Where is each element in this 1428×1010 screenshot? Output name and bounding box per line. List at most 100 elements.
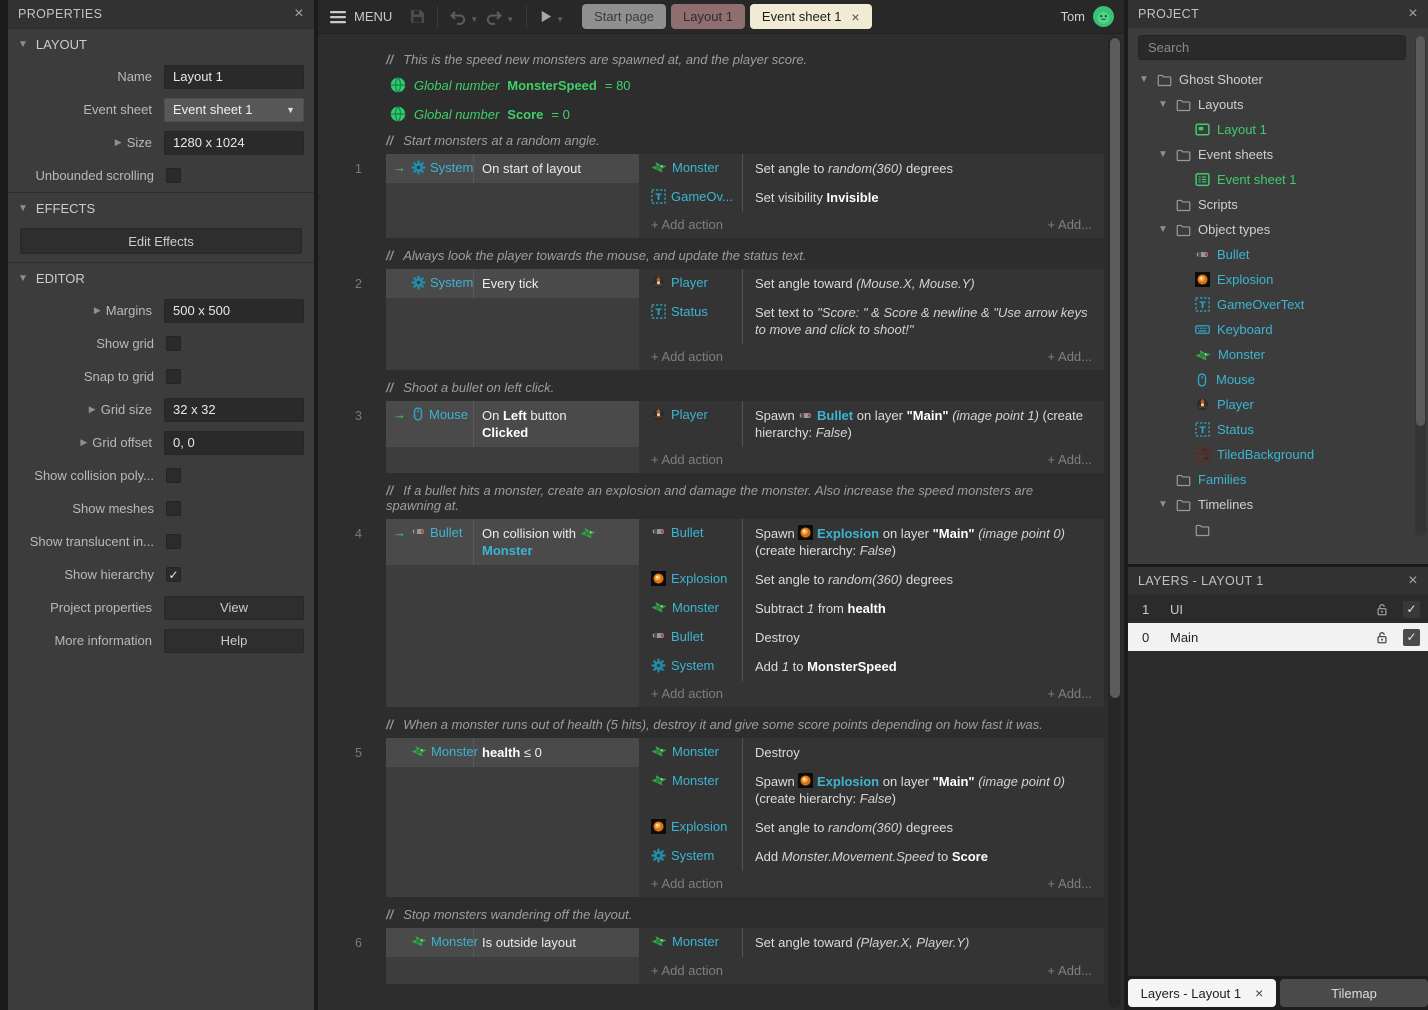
menu-button[interactable]: MENU — [330, 9, 392, 24]
action-row[interactable]: PlayerSet angle toward (Mouse.X, Mouse.Y… — [639, 269, 1104, 298]
prop-size-input[interactable] — [164, 131, 304, 155]
tree-item-status[interactable]: TStatus — [1128, 417, 1428, 442]
event-comment[interactable]: //Stop monsters wandering off the layout… — [386, 907, 1104, 922]
redo-button[interactable] — [485, 9, 503, 25]
prop-show-grid-checkbox[interactable] — [166, 336, 181, 351]
close-icon[interactable]: × — [1255, 985, 1263, 1001]
prop-grid-offset-input[interactable] — [164, 431, 304, 455]
add-more-link[interactable]: + Add... — [1048, 452, 1092, 467]
event-block[interactable]: SystemEvery tickPlayerSet angle toward (… — [386, 269, 1104, 370]
global-variable-score[interactable]: Global number Score = 0 — [390, 103, 1104, 125]
condition-row[interactable]: SystemEvery tick — [386, 269, 639, 298]
condition-row[interactable]: →BulletOn collision with Monster — [386, 519, 639, 565]
expand-arrow-icon[interactable]: ▼ — [1157, 499, 1169, 510]
tab-layout-1[interactable]: Layout 1 — [671, 4, 745, 29]
expand-arrow-icon[interactable]: ▼ — [1157, 99, 1169, 110]
lock-icon[interactable] — [1375, 602, 1389, 617]
tree-item-keyboard[interactable]: Keyboard — [1128, 317, 1428, 342]
expand-arrow-icon[interactable]: ▼ — [1157, 149, 1169, 160]
view-button[interactable]: View — [164, 596, 304, 620]
global-variable-monsterspeed[interactable]: Global number MonsterSpeed = 80 — [390, 74, 1104, 96]
expander-icon[interactable]: ▶ — [80, 437, 87, 448]
panel-tab-tilemap[interactable]: Tilemap — [1280, 979, 1428, 1007]
panel-tab-layers-layout-1[interactable]: Layers - Layout 1× — [1128, 979, 1276, 1007]
event-comment[interactable]: //Always look the player towards the mou… — [386, 248, 1104, 263]
tree-item-explosion[interactable]: Explosion — [1128, 267, 1428, 292]
event-comment[interactable]: //When a monster runs out of health (5 h… — [386, 717, 1104, 732]
prop-show-collision-poly-checkbox[interactable] — [166, 468, 181, 483]
action-row[interactable]: SystemAdd 1 to MonsterSpeed — [639, 652, 1104, 681]
action-row[interactable]: SystemAdd Monster.Movement.Speed to Scor… — [639, 842, 1104, 871]
prop-show-hierarchy-checkbox[interactable]: ✓ — [166, 567, 181, 582]
expander-icon[interactable]: ▶ — [89, 404, 96, 415]
tree-item-mouse[interactable]: Mouse — [1128, 367, 1428, 392]
save-button[interactable] — [409, 8, 426, 25]
lock-icon[interactable] — [1375, 630, 1389, 645]
undo-dropdown-icon[interactable]: ▼ — [470, 15, 478, 24]
event-comment[interactable]: //This is the speed new monsters are spa… — [386, 52, 1104, 67]
layer-row-ui[interactable]: 1UI✓ — [1128, 595, 1428, 623]
event-sheet-view[interactable]: //This is the speed new monsters are spa… — [318, 34, 1124, 1010]
expander-icon[interactable]: ▶ — [94, 305, 101, 316]
event-comment[interactable]: //Shoot a bullet on left click. — [386, 380, 1104, 395]
action-row[interactable]: BulletDestroy — [639, 623, 1104, 652]
tree-item-event-sheet-1[interactable]: Event sheet 1 — [1128, 167, 1428, 192]
tree-item-families[interactable]: Families — [1128, 467, 1428, 492]
tree-item-layouts[interactable]: ▼Layouts — [1128, 92, 1428, 117]
prop-margins-input[interactable] — [164, 299, 304, 323]
add-action-link[interactable]: + Add action — [651, 349, 723, 364]
preview-dropdown-icon[interactable]: ▼ — [556, 15, 564, 24]
prop-unbounded-scrolling-checkbox[interactable] — [166, 168, 181, 183]
action-row[interactable]: MonsterSet angle toward (Player.X, Playe… — [639, 928, 1104, 957]
tree-item-timelines[interactable]: ▼Timelines — [1128, 492, 1428, 517]
add-more-link[interactable]: + Add... — [1048, 963, 1092, 978]
add-more-link[interactable]: + Add... — [1048, 349, 1092, 364]
event-block[interactable]: →MouseOn Left buttonClickedPlayerSpawn B… — [386, 401, 1104, 473]
condition-row[interactable]: →SystemOn start of layout — [386, 154, 639, 183]
add-action-link[interactable]: + Add action — [651, 217, 723, 232]
action-row[interactable]: ExplosionSet angle to random(360) degree… — [639, 813, 1104, 842]
layer-visible-checkbox[interactable]: ✓ — [1403, 629, 1420, 646]
add-action-link[interactable]: + Add action — [651, 876, 723, 891]
tree-item-object-types[interactable]: ▼Object types — [1128, 217, 1428, 242]
tree-item-layout-1[interactable]: Layout 1 — [1128, 117, 1428, 142]
tree-item-ghost-shooter[interactable]: ▼Ghost Shooter — [1128, 67, 1428, 92]
help-button[interactable]: Help — [164, 629, 304, 653]
action-row[interactable]: PlayerSpawn Bullet on layer "Main" (imag… — [639, 401, 1104, 447]
event-block[interactable]: →SystemOn start of layoutMonsterSet angl… — [386, 154, 1104, 238]
add-more-link[interactable]: + Add... — [1048, 876, 1092, 891]
prop-name-input[interactable] — [164, 65, 304, 89]
event-comment[interactable]: //Start monsters at a random angle. — [386, 133, 1104, 148]
tab-start-page[interactable]: Start page — [582, 4, 666, 29]
event-block[interactable]: →BulletOn collision with MonsterBulletSp… — [386, 519, 1104, 707]
prop-snap-to-grid-checkbox[interactable] — [166, 369, 181, 384]
layer-visible-checkbox[interactable]: ✓ — [1403, 601, 1420, 618]
close-icon[interactable]: × — [294, 6, 304, 22]
section-header-layout[interactable]: ▼LAYOUT — [8, 28, 314, 60]
tree-item-timelines-child[interactable] — [1128, 517, 1428, 542]
add-more-link[interactable]: + Add... — [1048, 217, 1092, 232]
action-row[interactable]: BulletSpawn Explosion on layer "Main" (i… — [639, 519, 1104, 565]
condition-row[interactable]: Monsterhealth ≤ 0 — [386, 738, 639, 767]
close-icon[interactable]: × — [851, 9, 859, 25]
tree-item-tiledbackground[interactable]: TiledBackground — [1128, 442, 1428, 467]
tree-item-player[interactable]: Player — [1128, 392, 1428, 417]
prop-event-sheet-select[interactable]: Event sheet 1▼ — [164, 98, 304, 122]
prop-show-translucent-in-checkbox[interactable] — [166, 534, 181, 549]
section-header-editor[interactable]: ▼EDITOR — [8, 262, 314, 294]
action-row[interactable]: ExplosionSet angle to random(360) degree… — [639, 565, 1104, 594]
close-icon[interactable]: × — [1408, 573, 1418, 589]
tree-item-gameovertext[interactable]: TGameOverText — [1128, 292, 1428, 317]
undo-button[interactable] — [449, 9, 467, 25]
layer-row-main[interactable]: 0Main✓ — [1128, 623, 1428, 651]
add-action-link[interactable]: + Add action — [651, 963, 723, 978]
project-scrollbar[interactable] — [1415, 36, 1426, 536]
tree-item-monster[interactable]: Monster — [1128, 342, 1428, 367]
tab-event-sheet-1[interactable]: Event sheet 1× — [750, 4, 872, 29]
action-row[interactable]: MonsterDestroy — [639, 738, 1104, 767]
event-block[interactable]: Monsterhealth ≤ 0MonsterDestroyMonsterSp… — [386, 738, 1104, 897]
condition-row[interactable]: MonsterIs outside layout — [386, 928, 639, 957]
expand-arrow-icon[interactable]: ▼ — [1138, 74, 1150, 85]
preview-play-button[interactable] — [538, 9, 553, 24]
event-sheet-scrollbar[interactable] — [1108, 36, 1121, 1008]
